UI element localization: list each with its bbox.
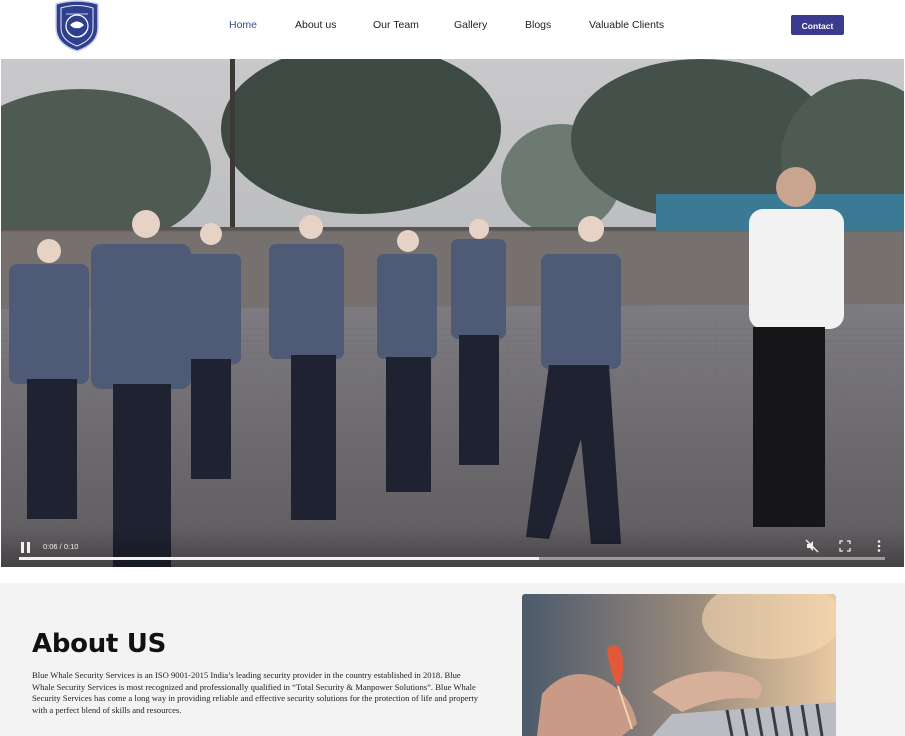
pause-icon[interactable] bbox=[21, 542, 31, 553]
nav-link-valuable-clients[interactable]: Valuable Clients bbox=[589, 18, 664, 32]
video-progress-bar[interactable] bbox=[19, 557, 885, 560]
nav-link-home[interactable]: Home bbox=[229, 18, 257, 32]
video-frame-guards-drill bbox=[1, 59, 904, 567]
video-time-display: 0:06 / 0:10 bbox=[43, 542, 79, 551]
mute-icon[interactable] bbox=[805, 539, 819, 553]
contact-button[interactable]: Contact bbox=[791, 15, 844, 35]
fullscreen-icon[interactable] bbox=[838, 539, 852, 553]
top-navigation: Home About us Our Team Gallery Blogs Val… bbox=[0, 0, 905, 58]
nav-link-our-team[interactable]: Our Team bbox=[373, 18, 419, 32]
about-image-hands-laptop bbox=[522, 594, 836, 736]
more-options-icon[interactable] bbox=[872, 539, 886, 553]
about-section: About US Blue Whale Security Services is… bbox=[0, 583, 905, 736]
shield-badge-icon[interactable] bbox=[52, 0, 102, 52]
nav-link-about-us[interactable]: About us bbox=[295, 18, 336, 32]
video-progress-fill bbox=[19, 557, 539, 560]
hero-video[interactable]: 0:06 / 0:10 bbox=[1, 59, 904, 567]
video-controls: 0:06 / 0:10 bbox=[1, 527, 904, 567]
nav-link-blogs[interactable]: Blogs bbox=[525, 18, 551, 32]
about-description: Blue Whale Security Services is an ISO 9… bbox=[32, 670, 479, 715]
nav-link-gallery[interactable]: Gallery bbox=[454, 18, 487, 32]
about-title: About US bbox=[32, 629, 167, 659]
